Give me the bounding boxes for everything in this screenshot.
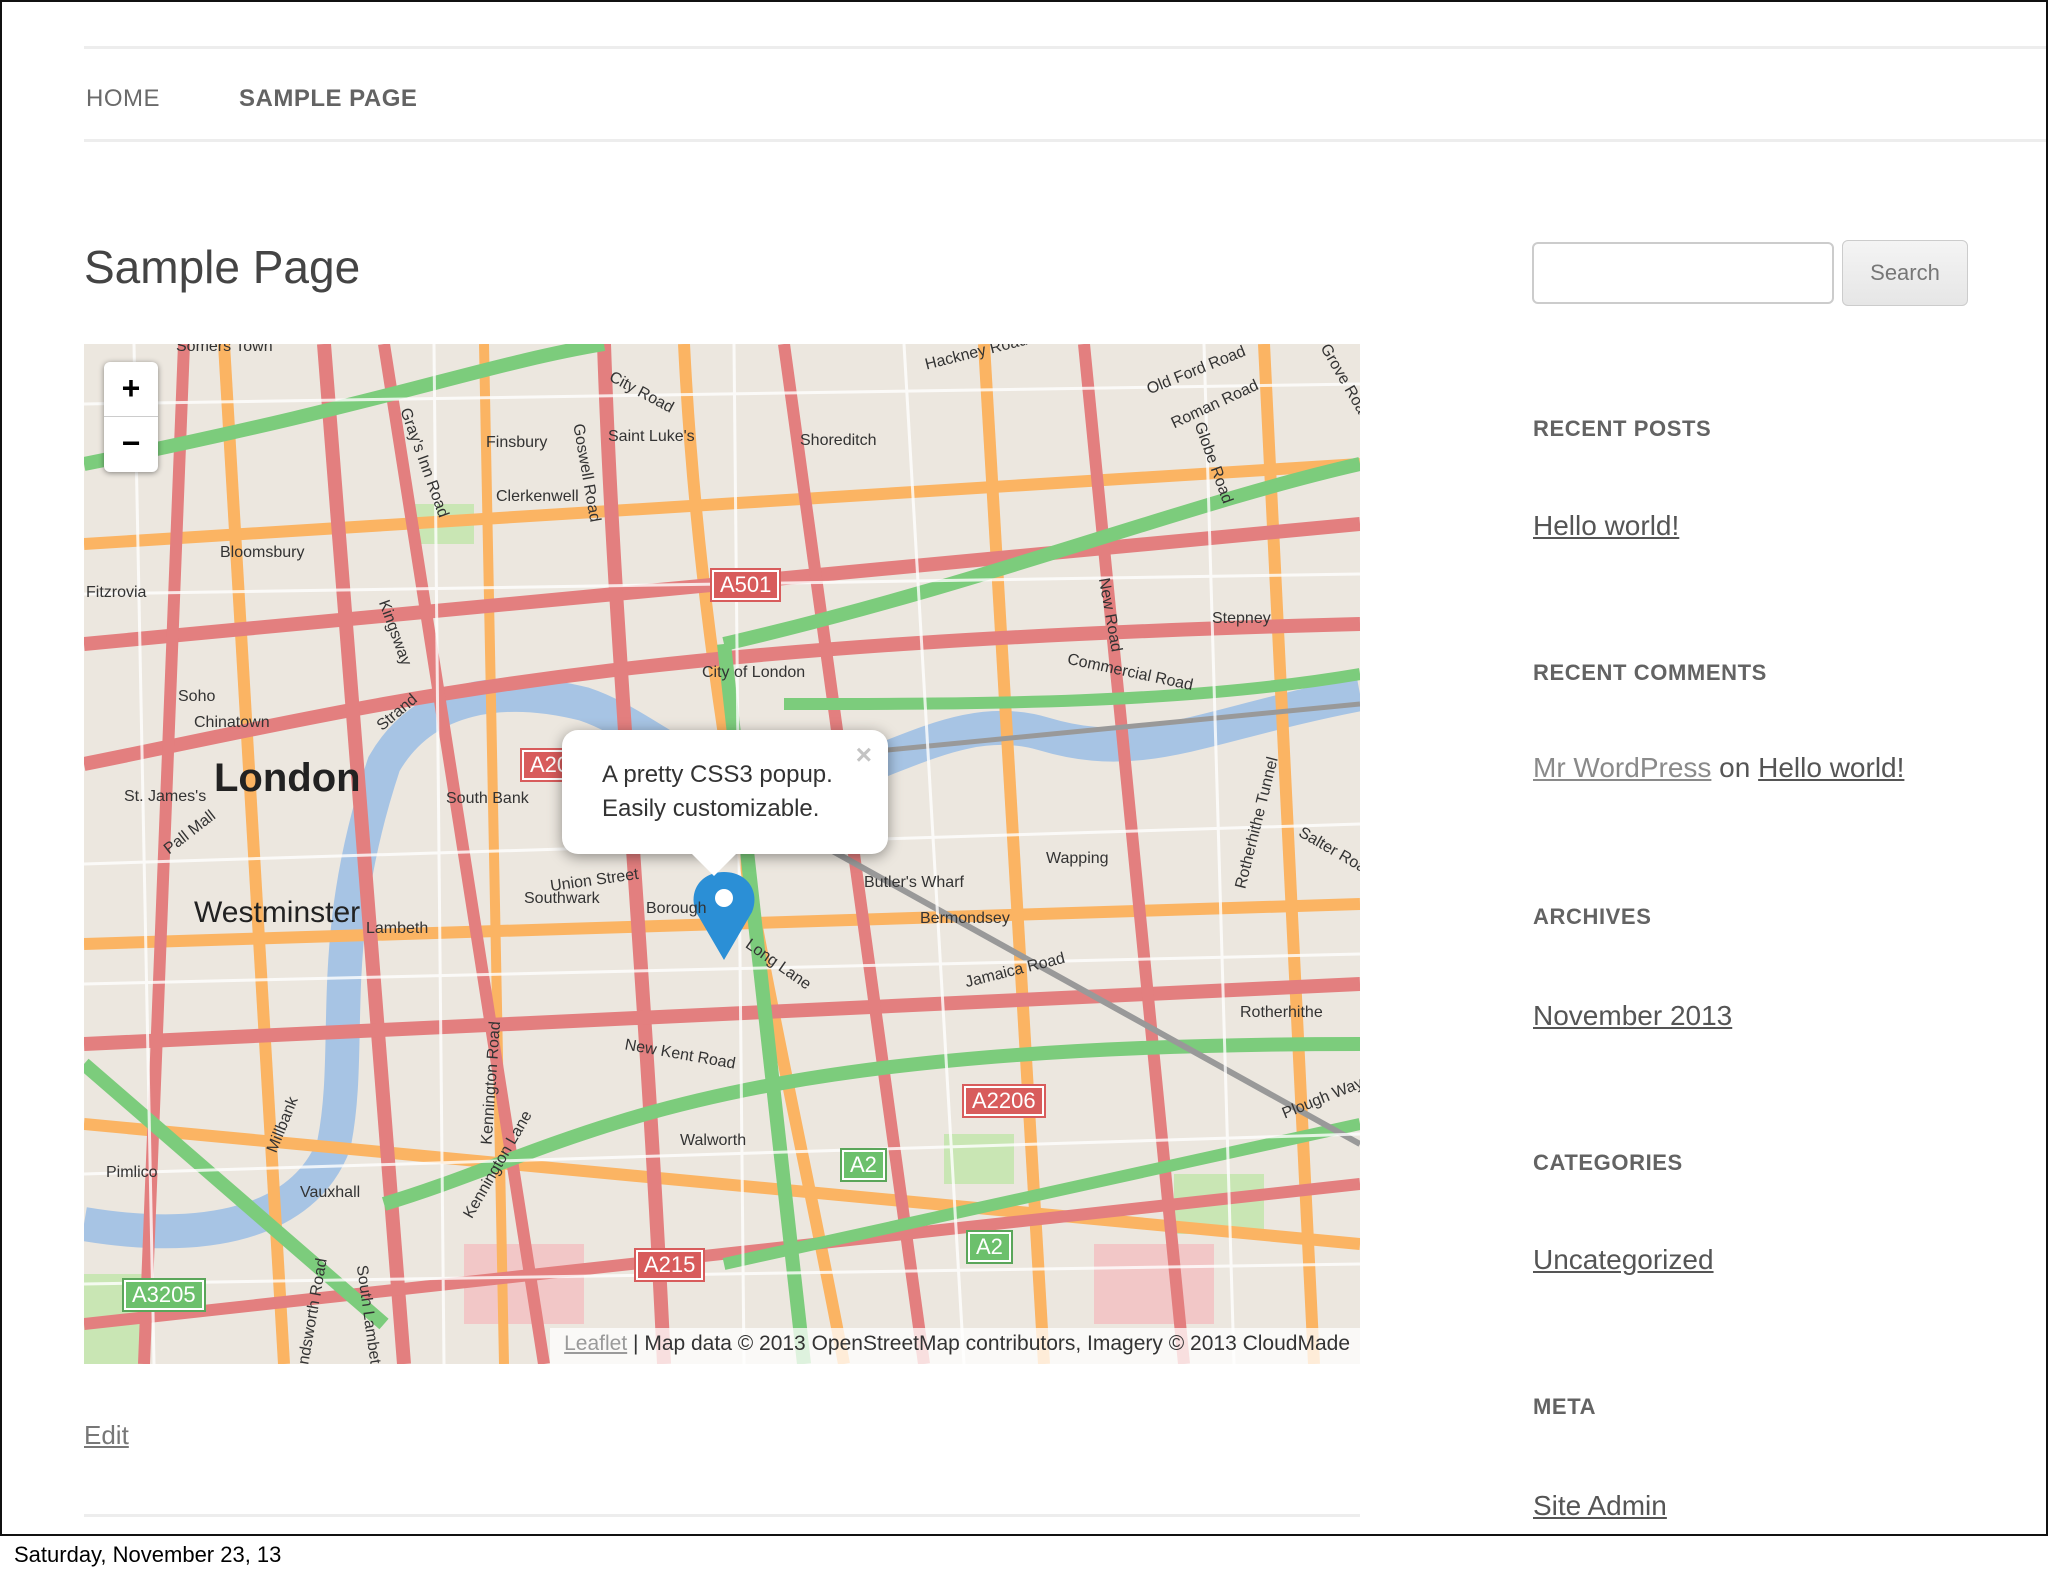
map-label: Borough <box>646 900 707 917</box>
map-label: Butler's Wharf <box>864 874 964 891</box>
map-label: Bermondsey <box>920 910 1010 927</box>
map-label: Shoreditch <box>800 432 877 449</box>
recent-posts-title: RECENT POSTS <box>1533 416 1712 441</box>
road-shield-a215: A215 <box>633 1248 706 1282</box>
map-label: Southwark <box>524 890 600 907</box>
popup-close-icon[interactable]: × <box>856 738 872 772</box>
comment-on-text: on <box>1719 752 1751 783</box>
meta-site-admin-link[interactable]: Site Admin <box>1533 1490 1667 1522</box>
browser-frame: HOME SAMPLE PAGE Sample Page Somers Town… <box>0 0 2048 1536</box>
map-label: Chinatown <box>194 714 270 731</box>
map-label: Rotherhithe <box>1240 1004 1323 1021</box>
map-label: South Bank <box>446 790 529 807</box>
map-label-london: London <box>214 756 361 800</box>
search-button[interactable]: Search <box>1842 240 1968 306</box>
content-divider <box>84 1514 1360 1517</box>
recent-comment: Mr WordPress on Hello world! <box>1533 752 1904 784</box>
road-shield-a501: A501 <box>709 568 782 602</box>
road-shield-a2: A2 <box>840 1148 887 1182</box>
map-label: City of London <box>702 664 806 681</box>
map-label: Finsbury <box>486 434 548 451</box>
categories-title: CATEGORIES <box>1533 1150 1683 1175</box>
map-label: Pimlico <box>106 1164 158 1181</box>
map-container[interactable]: Somers Town Hackney Road Old Ford Road R… <box>84 344 1360 1364</box>
nav-home-link[interactable]: HOME <box>86 85 160 113</box>
zoom-in-button[interactable]: + <box>104 362 158 417</box>
main-navigation: HOME SAMPLE PAGE <box>84 46 2046 142</box>
map-attribution: Leaflet | Map data © 2013 OpenStreetMap … <box>550 1328 1360 1364</box>
map-label: Lambeth <box>366 920 429 937</box>
map-label: Somers Town <box>176 344 273 355</box>
map-label-westminster: Westminster <box>194 896 361 929</box>
road-shield-a2206: A2206 <box>962 1084 1046 1118</box>
popup-text-line-2: Easily customizable. <box>602 795 820 822</box>
zoom-control: + − <box>104 362 158 472</box>
road-shield-a3205: A3205 <box>122 1278 206 1312</box>
map-label: Walworth <box>680 1132 747 1149</box>
map-label: Bloomsbury <box>220 544 305 561</box>
map-label: Stepney <box>1212 610 1271 627</box>
popup-text-line-1: A pretty CSS3 popup. <box>602 761 833 788</box>
category-link[interactable]: Uncategorized <box>1533 1244 1714 1276</box>
map-label: Soho <box>178 688 216 705</box>
map-label: Fitzrovia <box>86 584 147 601</box>
comment-post-link[interactable]: Hello world! <box>1758 752 1904 783</box>
map-label: Clerkenwell <box>496 488 579 505</box>
page-title: Sample Page <box>84 241 361 293</box>
archives-title: ARCHIVES <box>1533 904 1652 929</box>
search-input[interactable] <box>1532 242 1834 304</box>
meta-title: META <box>1533 1394 1597 1419</box>
comment-author-link[interactable]: Mr WordPress <box>1533 752 1711 783</box>
map-label: Wapping <box>1046 850 1109 867</box>
map-label: Vauxhall <box>300 1184 361 1201</box>
zoom-out-button[interactable]: − <box>104 417 158 472</box>
date-caption: Saturday, November 23, 13 <box>14 1542 282 1567</box>
map-label: St. James's <box>124 788 207 805</box>
recent-post-link[interactable]: Hello world! <box>1533 510 1679 542</box>
attribution-text: | Map data © 2013 OpenStreetMap contribu… <box>633 1332 1350 1355</box>
map-marker-dot <box>715 889 733 907</box>
nav-sample-page-link[interactable]: SAMPLE PAGE <box>239 85 417 113</box>
map-label: Saint Luke's <box>608 428 695 445</box>
recent-comments-title: RECENT COMMENTS <box>1533 660 1767 685</box>
road-shield-a2: A2 <box>966 1230 1013 1264</box>
archive-link[interactable]: November 2013 <box>1533 1000 1732 1032</box>
edit-link[interactable]: Edit <box>84 1420 129 1451</box>
leaflet-link[interactable]: Leaflet <box>564 1332 627 1355</box>
map-popup: × A pretty CSS3 popup. Easily customizab… <box>562 730 888 876</box>
popup-tip <box>692 854 736 876</box>
